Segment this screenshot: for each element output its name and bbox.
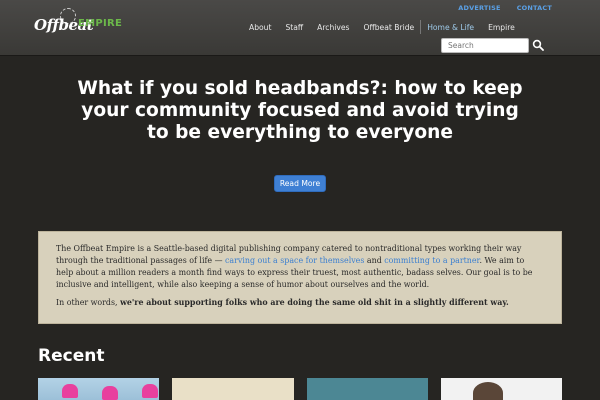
search-input[interactable] <box>441 38 529 53</box>
about-box: The Offbeat Empire is a Seattle-based di… <box>38 231 562 324</box>
pink-hat-image <box>102 386 118 400</box>
nav-item-empire[interactable]: Empire <box>488 23 515 32</box>
nav-item-archives[interactable]: Archives <box>317 23 349 32</box>
nav-item-about[interactable]: About <box>249 23 271 32</box>
recent-post-thumbnail[interactable] <box>306 378 428 400</box>
nav-divider <box>420 20 422 34</box>
advertise-link[interactable]: ADVERTISE <box>458 4 500 12</box>
about-summary: In other words, we're about supporting f… <box>56 297 544 309</box>
pink-hat-image <box>142 384 158 398</box>
summary-emphasis: we're about supporting folks who are doi… <box>120 298 509 307</box>
recent-post-thumbnail[interactable] <box>172 378 294 400</box>
site-header: Offbeat EMPIRE ADVERTISE CONTACT About S… <box>0 0 600 56</box>
recent-post-thumbnail[interactable] <box>440 378 562 400</box>
featured-post-title[interactable]: What if you sold headbands?: how to keep… <box>70 78 530 144</box>
summary-lead: In other words, <box>56 298 121 307</box>
committing-partner-link[interactable]: committing to a partner <box>384 256 479 265</box>
about-text: and <box>364 256 385 265</box>
site-logo[interactable]: Offbeat EMPIRE <box>34 8 124 42</box>
carving-space-link[interactable]: carving out a space for themselves <box>225 256 364 265</box>
search-icon[interactable] <box>532 39 544 51</box>
recent-heading: Recent <box>38 346 105 366</box>
nav-item-offbeat-bride[interactable]: Offbeat Bride <box>364 23 415 32</box>
recent-posts <box>38 378 562 400</box>
utility-links: ADVERTISE CONTACT <box>458 4 552 12</box>
nav-item-home-life[interactable]: Home & Life <box>427 23 474 32</box>
contact-link[interactable]: CONTACT <box>517 4 552 12</box>
person-image <box>472 382 503 400</box>
read-more-button[interactable]: Read More <box>274 175 326 192</box>
logo-empire: EMPIRE <box>78 18 123 29</box>
pink-hat-image <box>62 384 78 398</box>
recent-post-thumbnail[interactable] <box>38 378 160 400</box>
about-paragraph: The Offbeat Empire is a Seattle-based di… <box>56 243 544 291</box>
main-nav: About Staff Archives Offbeat Bride Home … <box>249 20 529 34</box>
nav-item-staff[interactable]: Staff <box>285 23 303 32</box>
